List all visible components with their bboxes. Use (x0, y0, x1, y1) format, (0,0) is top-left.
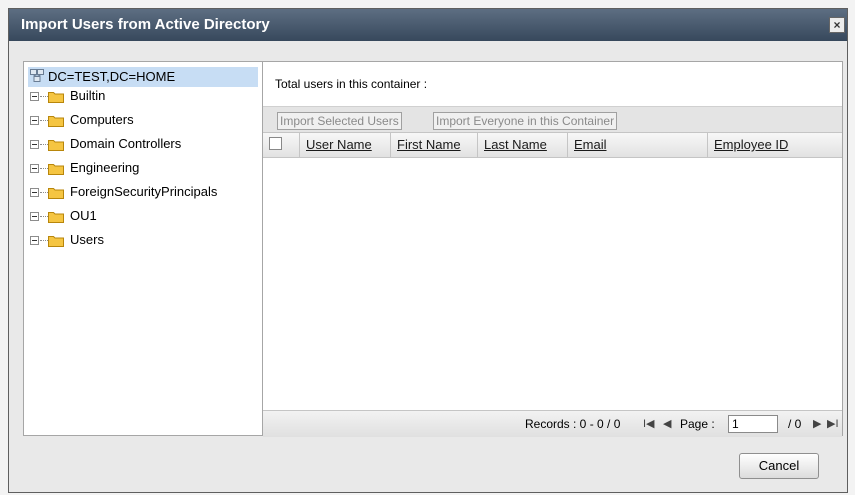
column-header-first-name[interactable]: First Name (391, 133, 478, 157)
tree-item-label: OU1 (70, 208, 97, 223)
grid-toolbar: Import Selected Users Import Everyone in… (263, 106, 842, 133)
network-domain-icon (30, 69, 44, 82)
expander-icon[interactable] (30, 140, 39, 149)
column-header-user-name[interactable]: User Name (300, 133, 391, 157)
pagination-bar: Records : 0 - 0 / 0 I◀ ◀ Page : / 0 ▶ ▶I (263, 410, 842, 437)
column-header-label: First Name (397, 137, 461, 152)
folder-icon (48, 140, 64, 151)
import-users-dialog: Import Users from Active Directory × DC=… (8, 8, 848, 493)
tree-root-node[interactable]: DC=TEST,DC=HOME (28, 67, 258, 87)
expander-icon[interactable] (30, 212, 39, 221)
page-number-input[interactable] (728, 415, 778, 433)
expander-icon[interactable] (30, 92, 39, 101)
expander-icon[interactable] (30, 116, 39, 125)
folder-icon (48, 92, 64, 103)
first-page-icon[interactable]: I◀ (643, 417, 655, 430)
tree-item-label: ForeignSecurityPrincipals (70, 184, 218, 199)
tree-item-ou1[interactable]: OU1 (30, 208, 260, 228)
dialog-title: Import Users from Active Directory (21, 16, 270, 33)
tree-item-label: Computers (70, 112, 134, 127)
tree-item-label: Users (70, 232, 104, 247)
total-users-label: Total users in this container : (275, 77, 428, 91)
ad-tree-panel: DC=TEST,DC=HOME Builtin Computers Domain… (23, 61, 263, 436)
tree-item-label: Domain Controllers (70, 136, 182, 151)
folder-icon (48, 164, 64, 175)
tree-item-label: Builtin (70, 88, 106, 103)
cancel-button[interactable]: Cancel (739, 453, 819, 479)
tree-item-engineering[interactable]: Engineering (30, 160, 260, 180)
close-icon[interactable]: × (829, 17, 845, 33)
tree-item-domain-controllers[interactable]: Domain Controllers (30, 136, 260, 156)
tree-item-computers[interactable]: Computers (30, 112, 260, 132)
folder-icon (48, 236, 64, 247)
records-count: Records : 0 - 0 / 0 (525, 417, 621, 431)
column-header-label: Last Name (484, 137, 547, 152)
expander-icon[interactable] (30, 188, 39, 197)
page-total: / 0 (788, 417, 802, 431)
column-header-employee-id[interactable]: Employee ID (708, 133, 842, 157)
dialog-titlebar: Import Users from Active Directory × (9, 9, 847, 41)
grid-header: User Name First Name Last Name Email Emp… (263, 132, 842, 158)
expander-icon[interactable] (30, 164, 39, 173)
folder-icon (48, 212, 64, 223)
select-all-column (263, 133, 300, 157)
next-page-icon[interactable]: ▶ (813, 417, 821, 430)
import-everyone-button[interactable]: Import Everyone in this Container (433, 112, 618, 130)
tree-item-label: Engineering (70, 160, 140, 175)
users-grid-panel: Total users in this container : Import S… (263, 61, 843, 437)
column-header-label: Employee ID (714, 137, 789, 152)
column-header-label: User Name (306, 137, 372, 152)
column-header-email[interactable]: Email (568, 133, 708, 157)
column-header-label: Email (574, 137, 607, 152)
tree-item-foreign-security-principals[interactable]: ForeignSecurityPrincipals (30, 184, 260, 204)
tree-item-users[interactable]: Users (30, 232, 260, 252)
folder-icon (48, 188, 64, 199)
prev-page-icon[interactable]: ◀ (663, 417, 671, 430)
import-selected-users-button[interactable]: Import Selected Users (277, 112, 402, 130)
last-page-icon[interactable]: ▶I (827, 417, 839, 430)
tree-root-label: DC=TEST,DC=HOME (48, 69, 176, 84)
page-label: Page : (680, 417, 715, 431)
tree-item-builtin[interactable]: Builtin (30, 88, 260, 108)
expander-icon[interactable] (30, 236, 39, 245)
column-header-last-name[interactable]: Last Name (478, 133, 568, 157)
select-all-checkbox[interactable] (269, 137, 282, 150)
folder-icon (48, 116, 64, 127)
